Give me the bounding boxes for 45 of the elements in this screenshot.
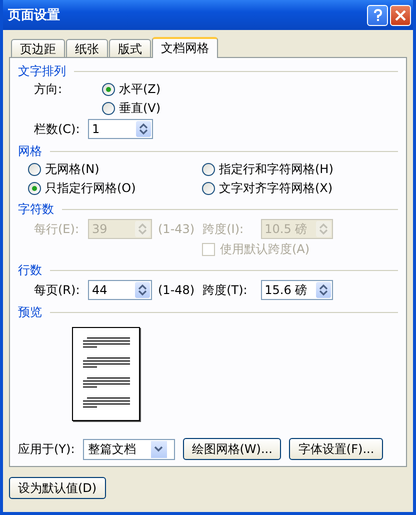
spin-field[interactable]: 1: [88, 119, 153, 139]
help-button[interactable]: [367, 4, 388, 26]
section-heading: 字符数: [18, 201, 54, 218]
radio-option[interactable]: 只指定行网格(O): [28, 180, 136, 197]
dialog-button[interactable]: 绘图网格(W)...: [182, 438, 282, 460]
dialog-button[interactable]: 字体设置(F)...: [289, 438, 384, 460]
tab[interactable]: 纸张: [66, 39, 108, 57]
spin-button[interactable]: [316, 282, 331, 298]
field-label: 每页(R):: [34, 282, 81, 298]
radio-option[interactable]: 垂直(V): [102, 100, 161, 117]
set-default-button[interactable]: 设为默认值(D): [9, 477, 106, 499]
radio-option[interactable]: 水平(Z): [102, 81, 161, 98]
radio-option[interactable]: 无网格(N): [28, 161, 100, 178]
up-down-arrows-icon: [139, 123, 148, 135]
up-down-arrows-icon: [138, 284, 147, 296]
close-button[interactable]: [390, 4, 411, 26]
close-icon: [395, 10, 406, 20]
up-down-arrows-icon: [318, 223, 328, 235]
up-down-arrows-icon: [138, 223, 147, 235]
field-label: 应用于(Y):: [18, 440, 75, 458]
field-label: 方向:: [34, 81, 64, 98]
radio-option[interactable]: 指定行和字符网格(H): [202, 161, 334, 178]
section-heading: 文字排列: [18, 63, 66, 80]
field-label: 每行(E):: [34, 220, 80, 238]
tab[interactable]: 页边距: [11, 39, 65, 57]
tab[interactable]: 文档网格: [152, 37, 218, 58]
spin-button[interactable]: [135, 282, 150, 298]
apply-to-dropdown[interactable]: 整篇文档: [82, 438, 175, 460]
field-label: 跨度(T):: [202, 282, 248, 298]
tab[interactable]: 版式: [109, 39, 151, 57]
section-heading: 预览: [18, 304, 42, 321]
chevron-down-icon: [154, 446, 164, 452]
spin-field[interactable]: 15.6 磅: [260, 280, 333, 300]
question-mark-icon: [372, 8, 382, 22]
range-label: (1-48): [158, 283, 195, 297]
spin-button[interactable]: [136, 121, 151, 137]
radio-option[interactable]: 文字对齐字符网格(X): [202, 180, 333, 197]
range-label: (1-43): [158, 222, 195, 236]
spin-field[interactable]: 44: [88, 280, 152, 300]
up-down-arrows-icon: [318, 284, 328, 296]
field-label: 跨度(I):: [202, 220, 245, 238]
section-heading: 网格: [18, 143, 42, 160]
window-title: 页面设置: [8, 7, 60, 24]
field-label: 栏数(C):: [34, 120, 81, 138]
section-heading: 行数: [18, 262, 42, 279]
